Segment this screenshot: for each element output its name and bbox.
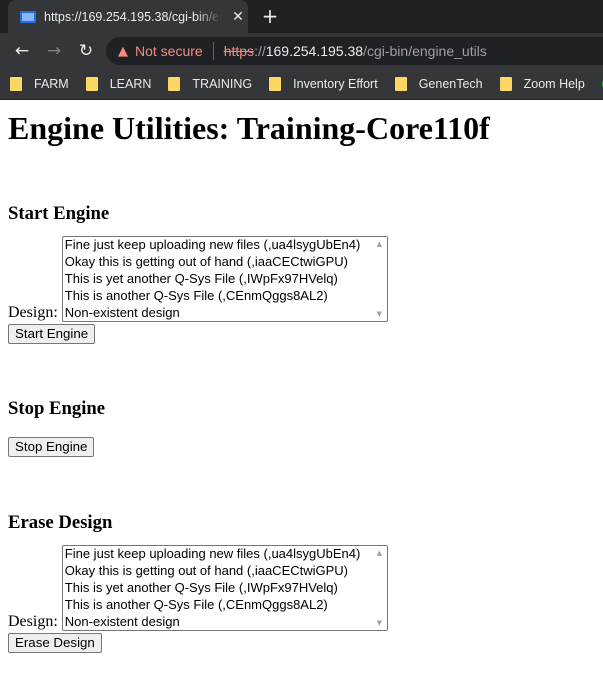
erase-design-heading: Erase Design (8, 512, 113, 533)
warning-icon: ▲ (118, 43, 128, 59)
stop-engine-button[interactable]: Stop Engine (8, 437, 95, 457)
erase-design-button[interactable]: Erase Design (8, 633, 102, 653)
stop-engine-heading: Stop Engine (8, 398, 106, 419)
page-favicon-icon (20, 10, 36, 23)
url-host: 169.254.195.38 (265, 43, 364, 59)
listbox-scrollbar[interactable]: ▲ ▼ (371, 237, 387, 321)
start-engine-button[interactable]: Start Engine (8, 324, 96, 344)
folder-icon (10, 77, 22, 91)
start-engine-section: Start Engine Design: Fine just keep uplo… (8, 203, 595, 344)
list-item[interactable]: Okay this is getting out of hand (,iaaCE… (63, 254, 387, 271)
page-content: Engine Utilities: Training-Core110f Star… (0, 110, 603, 653)
url-scheme: https (223, 43, 255, 59)
security-status[interactable]: Not secure (135, 43, 203, 59)
list-item[interactable]: Non-existent design (63, 614, 387, 630)
tab-strip: https://169.254.195.38/cgi-bin/engine_ut… (0, 0, 603, 33)
bookmark-label: FARM (34, 77, 69, 91)
forward-arrow-icon[interactable]: → (42, 39, 66, 63)
url-scheme-separator: :// (254, 43, 266, 59)
folder-icon (168, 77, 181, 91)
list-item[interactable]: Okay this is getting out of hand (,iaaCE… (63, 563, 387, 580)
list-item[interactable]: Fine just keep uploading new files (,ua4… (63, 237, 387, 254)
bookmark-training[interactable]: TRAINING (168, 77, 252, 91)
erase-button-row: Erase Design (8, 633, 595, 653)
stop-engine-section: Stop Engine Stop Engine (8, 398, 595, 457)
bookmark-inventory-effort[interactable]: Inventory Effort (269, 77, 378, 91)
scroll-up-icon[interactable]: ▲ (372, 546, 387, 560)
tab-title: https://169.254.195.38/cgi-bin/engine_ut… (44, 9, 222, 24)
erase-design-listbox[interactable]: Fine just keep uploading new files (,ua4… (61, 545, 388, 631)
start-engine-heading: Start Engine (8, 203, 110, 224)
folder-icon (269, 77, 282, 91)
list-item[interactable]: Non-existent design (63, 305, 387, 321)
browser-toolbar: ← → ↻ ▲ Not secure https://169.254.195.3… (0, 33, 603, 69)
address-bar[interactable]: ▲ Not secure https://169.254.195.38/cgi-… (106, 37, 603, 65)
bookmark-genentech[interactable]: GenenTech (394, 77, 483, 91)
scroll-down-icon[interactable]: ▼ (372, 616, 387, 630)
erase-design-row: Design: Fine just keep uploading new fil… (8, 545, 595, 631)
list-item[interactable]: This is another Q-Sys File (,CEnmQggs8AL… (63, 288, 387, 305)
listbox-scrollbar[interactable]: ▲ ▼ (371, 546, 387, 630)
bookmark-label: Zoom Help (523, 77, 585, 91)
list-item[interactable]: This is another Q-Sys File (,CEnmQggs8AL… (63, 597, 387, 614)
scroll-up-icon[interactable]: ▲ (372, 237, 387, 251)
url-path: /cgi-bin/engine_utils (363, 43, 487, 59)
scroll-down-icon[interactable]: ▼ (372, 307, 387, 321)
url-text[interactable]: https://169.254.195.38/cgi-bin/engine_ut… (224, 43, 487, 59)
folder-icon (394, 77, 407, 91)
back-arrow-icon[interactable]: ← (10, 39, 34, 63)
plus-icon[interactable]: + (258, 4, 282, 28)
start-button-row: Start Engine (8, 324, 595, 344)
bookmark-learn[interactable]: LEARN (85, 77, 152, 91)
bookmark-label: GenenTech (418, 77, 483, 91)
bookmark-zoom-help[interactable]: Zoom Help (499, 77, 585, 91)
start-design-label: Design: (8, 304, 58, 321)
bookmark-farm[interactable]: FARM (10, 77, 69, 91)
start-design-listbox[interactable]: Fine just keep uploading new files (,ua4… (61, 236, 388, 322)
page-title: Engine Utilities: Training-Core110f (8, 110, 490, 146)
browser-tab[interactable]: https://169.254.195.38/cgi-bin/engine_ut… (8, 0, 248, 33)
erase-design-label: Design: (8, 613, 58, 630)
list-item[interactable]: This is yet another Q-Sys File (,IWpFx97… (63, 580, 387, 597)
omnibox-divider (212, 42, 214, 60)
bookmark-label: Inventory Effort (293, 77, 378, 91)
bookmarks-bar: FARM LEARN TRAINING Inventory Effort Gen… (0, 69, 603, 100)
folder-icon (499, 77, 512, 91)
bookmark-label: LEARN (109, 77, 152, 91)
start-design-row: Design: Fine just keep uploading new fil… (8, 236, 595, 322)
list-item[interactable]: Fine just keep uploading new files (,ua4… (63, 546, 387, 563)
list-item[interactable]: This is yet another Q-Sys File (,IWpFx97… (63, 271, 387, 288)
folder-icon (85, 77, 98, 91)
close-icon[interactable]: ✕ (230, 9, 246, 25)
reload-icon[interactable]: ↻ (74, 39, 98, 63)
bookmark-label: TRAINING (192, 77, 253, 91)
erase-design-section: Erase Design Design: Fine just keep uplo… (8, 512, 595, 653)
stop-button-row: Stop Engine (8, 437, 595, 457)
